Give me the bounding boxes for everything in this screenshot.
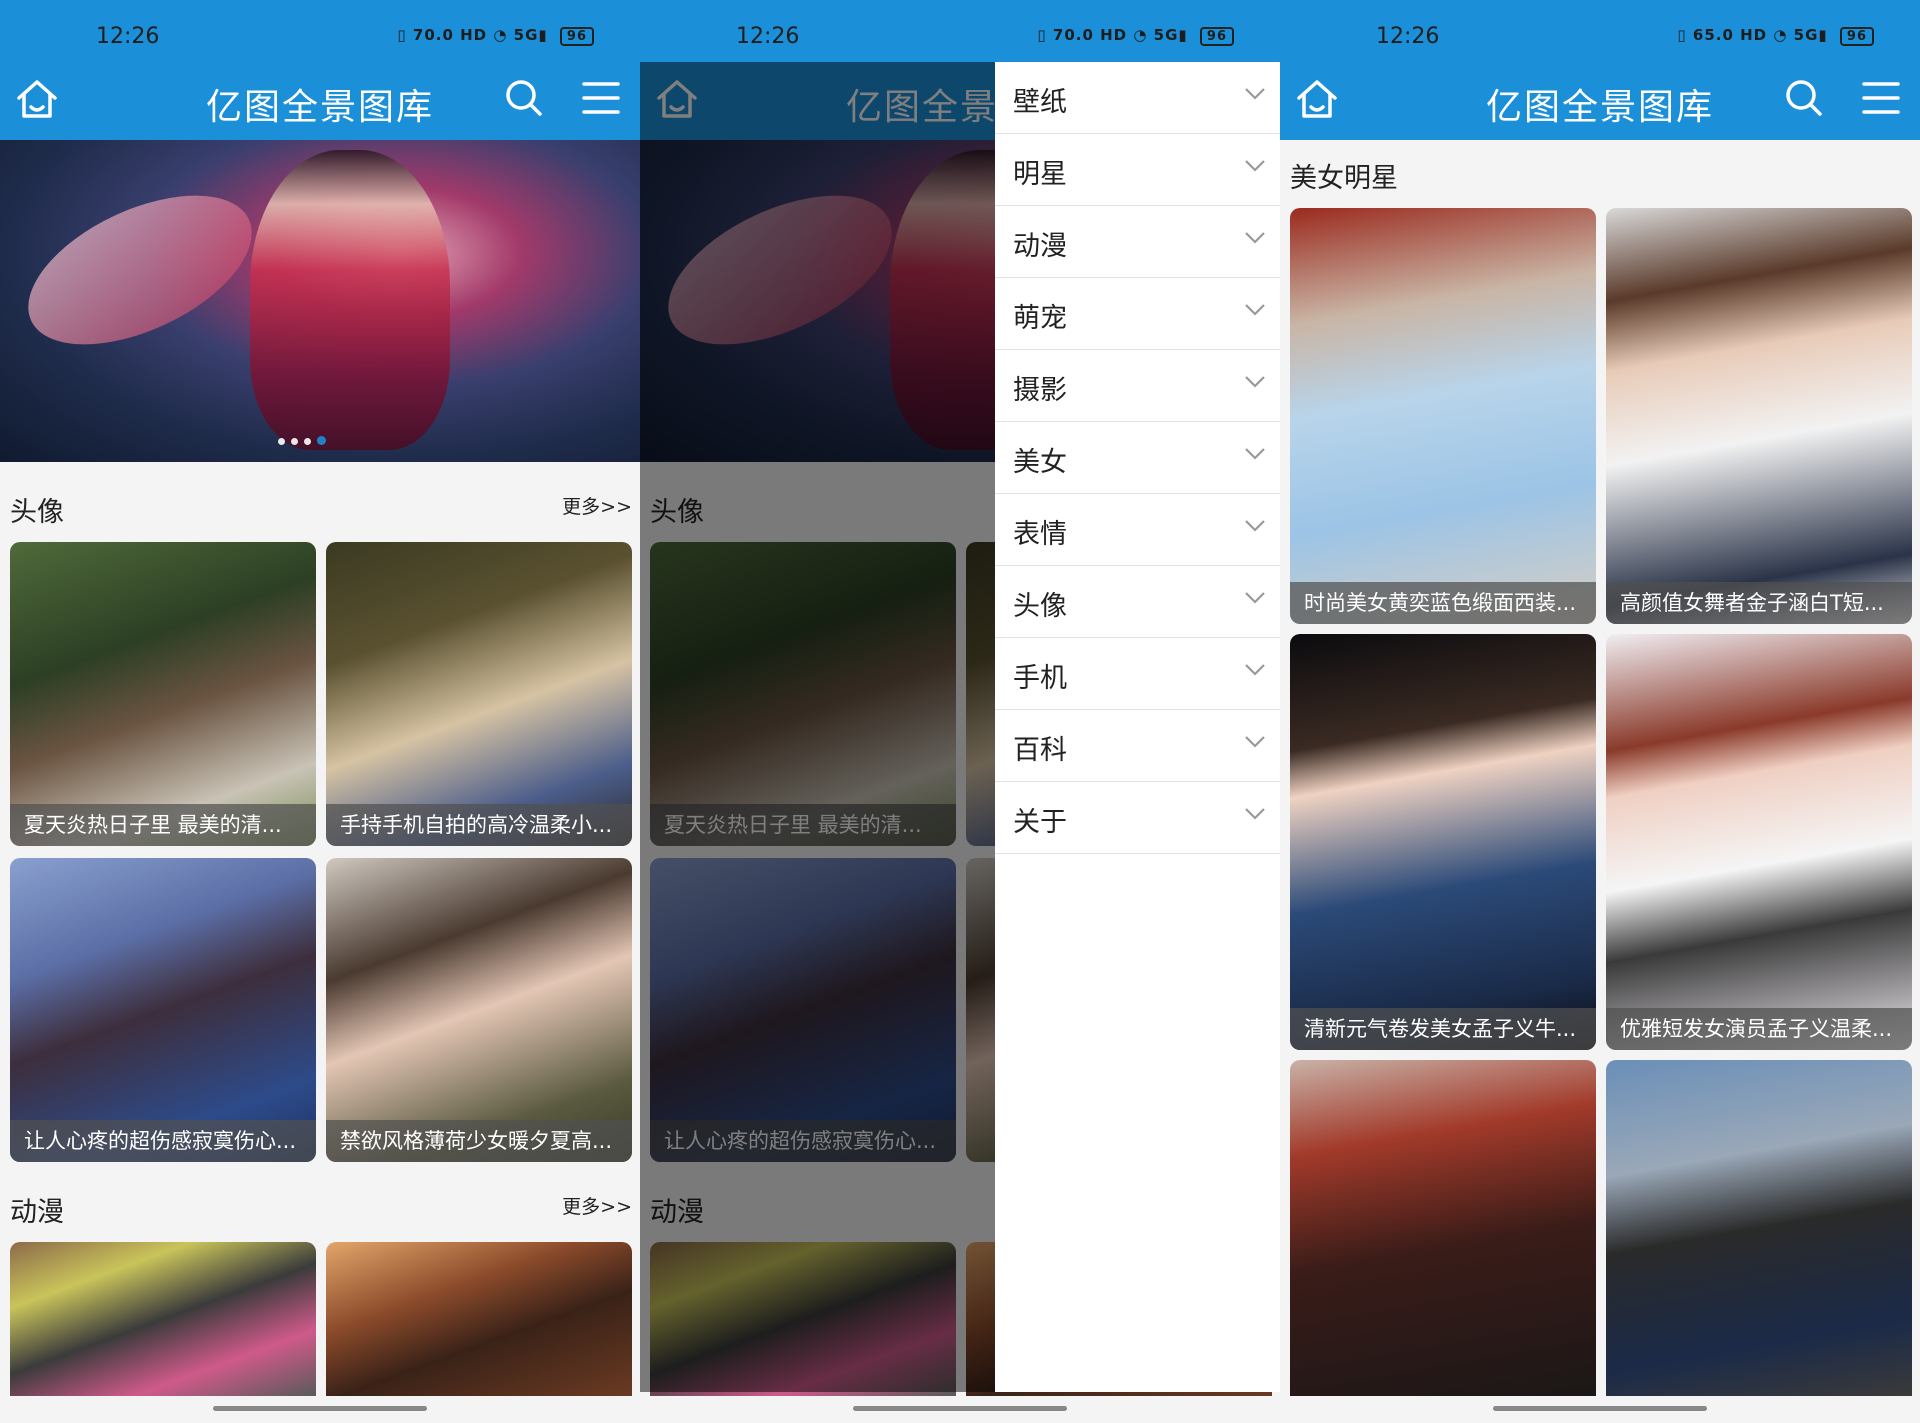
gesture-bar xyxy=(213,1406,427,1411)
chevron-down-icon xyxy=(1244,446,1266,465)
drawer-item-wallpaper[interactable]: 壁纸 xyxy=(995,62,1280,134)
image-card[interactable]: 时尚美女黄奕蓝色缎面西装... xyxy=(1290,208,1596,624)
card-caption: 时尚美女黄奕蓝色缎面西装... xyxy=(1290,582,1596,624)
app-title: 亿图全景图库 xyxy=(1485,87,1714,128)
card-caption: 优雅短发女演员孟子义温柔... xyxy=(1606,1008,1912,1050)
drawer-item-encyclopedia[interactable]: 百科 xyxy=(995,710,1280,782)
section-title-anime: 动漫 xyxy=(10,1197,64,1228)
status-icons: ▯ 70.0 HD ◔ 5G▮ 96 xyxy=(397,26,594,46)
drawer-item-label: 手机 xyxy=(1013,663,1067,694)
drawer-item-label: 表情 xyxy=(1013,519,1067,550)
net-speed: 70.0 xyxy=(1052,26,1094,44)
status-time: 12:26 xyxy=(1376,24,1440,49)
banner-carousel[interactable] xyxy=(0,140,640,462)
search-icon[interactable] xyxy=(1784,78,1824,118)
top-nav: 亿图全景图库 xyxy=(0,62,640,140)
chevron-down-icon xyxy=(1244,374,1266,393)
status-bar: 12:26 ▯ 70.0 HD ◔ 5G▮ 96 xyxy=(640,0,1280,62)
app-title: 亿图全景图库 xyxy=(205,87,434,128)
card-caption: 手持手机自拍的高冷温柔小... xyxy=(326,804,632,846)
drawer-item-anime[interactable]: 动漫 xyxy=(995,206,1280,278)
drawer-item-label: 摄影 xyxy=(1013,375,1067,406)
image-card[interactable] xyxy=(326,1242,632,1396)
drawer-item-star[interactable]: 明星 xyxy=(995,134,1280,206)
menu-icon[interactable] xyxy=(582,80,620,116)
status-bar: 12:26 ▯ 70.0 HD ◔ 5G▮ 96 xyxy=(0,0,640,62)
carousel-dot-active[interactable] xyxy=(317,436,326,445)
screen-drawer-open: 12:26 ▯ 70.0 HD ◔ 5G▮ 96 亿图全景图库 头像 夏天炎热日… xyxy=(640,0,1280,1423)
chevron-down-icon xyxy=(1244,518,1266,537)
drawer-item-avatar[interactable]: 头像 xyxy=(995,566,1280,638)
image-card[interactable] xyxy=(1290,1060,1596,1396)
chevron-down-icon xyxy=(1244,302,1266,321)
drawer-item-label: 头像 xyxy=(1013,591,1067,622)
image-card[interactable]: 让人心疼的超伤感寂寞伤心... xyxy=(10,858,316,1162)
image-card[interactable] xyxy=(10,1242,316,1396)
screen-home: 12:26 ▯ 70.0 HD ◔ 5G▮ 96 亿图全景图库 头像 更多>> … xyxy=(0,0,640,1423)
chevron-down-icon xyxy=(1244,590,1266,609)
status-time: 12:26 xyxy=(96,24,160,49)
chevron-down-icon xyxy=(1244,158,1266,177)
chevron-down-icon xyxy=(1244,230,1266,249)
section-title-avatar: 头像 xyxy=(10,497,64,528)
search-icon[interactable] xyxy=(504,78,544,118)
status-icons: ▯ 70.0 HD ◔ 5G▮ 96 xyxy=(1037,26,1234,46)
carousel-dot[interactable] xyxy=(291,438,298,445)
carousel-indicator xyxy=(278,430,332,449)
drawer-item-photography[interactable]: 摄影 xyxy=(995,350,1280,422)
drawer-item-beauty[interactable]: 美女 xyxy=(995,422,1280,494)
banner-art xyxy=(250,150,450,450)
image-card[interactable]: 清新元气卷发美女孟子义牛... xyxy=(1290,634,1596,1050)
menu-icon[interactable] xyxy=(1862,80,1900,116)
drawer-item-label: 壁纸 xyxy=(1013,87,1067,118)
top-nav: 亿图全景图库 xyxy=(1280,62,1920,140)
net-speed: 70.0 xyxy=(412,26,454,44)
status-time: 12:26 xyxy=(736,24,800,49)
side-drawer: 壁纸 明星 动漫 萌宠 摄影 美女 表情 头像 手机 百科 关于 xyxy=(995,62,1280,1392)
image-card[interactable]: 禁欲风格薄荷少女暖夕夏高... xyxy=(326,858,632,1162)
carousel-dot[interactable] xyxy=(278,438,285,445)
chevron-down-icon xyxy=(1244,86,1266,105)
drawer-item-label: 动漫 xyxy=(1013,231,1067,262)
card-caption: 让人心疼的超伤感寂寞伤心... xyxy=(10,1120,316,1162)
image-card[interactable] xyxy=(1606,1060,1912,1396)
more-link-anime[interactable]: 更多>> xyxy=(562,1192,632,1219)
card-caption: 禁欲风格薄荷少女暖夕夏高... xyxy=(326,1120,632,1162)
net-speed: 65.0 xyxy=(1692,26,1734,44)
drawer-item-emoji[interactable]: 表情 xyxy=(995,494,1280,566)
more-link-avatar[interactable]: 更多>> xyxy=(562,492,632,519)
chevron-down-icon xyxy=(1244,806,1266,825)
battery-indicator: 96 xyxy=(1839,27,1874,46)
screen-gallery: 12:26 ▯ 65.0 HD ◔ 5G▮ 96 亿图全景图库 美女明星 时尚美… xyxy=(1280,0,1920,1423)
gesture-bar xyxy=(1493,1406,1707,1411)
status-bar: 12:26 ▯ 65.0 HD ◔ 5G▮ 96 xyxy=(1280,0,1920,62)
carousel-dot[interactable] xyxy=(304,438,311,445)
chevron-down-icon xyxy=(1244,662,1266,681)
drawer-item-pets[interactable]: 萌宠 xyxy=(995,278,1280,350)
drawer-item-about[interactable]: 关于 xyxy=(995,782,1280,854)
card-caption: 夏天炎热日子里 最美的清... xyxy=(10,804,316,846)
banner-art xyxy=(5,164,275,376)
gesture-bar xyxy=(853,1406,1067,1411)
image-card[interactable]: 手持手机自拍的高冷温柔小... xyxy=(326,542,632,846)
category-title: 美女明星 xyxy=(1290,163,1398,194)
battery-indicator: 96 xyxy=(559,27,594,46)
battery-indicator: 96 xyxy=(1199,27,1234,46)
drawer-item-label: 萌宠 xyxy=(1013,303,1067,334)
drawer-item-label: 关于 xyxy=(1013,807,1067,838)
image-card[interactable]: 优雅短发女演员孟子义温柔... xyxy=(1606,634,1912,1050)
chevron-down-icon xyxy=(1244,734,1266,753)
card-caption: 高颜值女舞者金子涵白T短... xyxy=(1606,582,1912,624)
card-caption: 清新元气卷发美女孟子义牛... xyxy=(1290,1008,1596,1050)
status-icons: ▯ 65.0 HD ◔ 5G▮ 96 xyxy=(1677,26,1874,46)
drawer-item-label: 明星 xyxy=(1013,159,1067,190)
drawer-item-phone[interactable]: 手机 xyxy=(995,638,1280,710)
drawer-item-label: 美女 xyxy=(1013,447,1067,478)
image-card[interactable]: 夏天炎热日子里 最美的清... xyxy=(10,542,316,846)
image-card[interactable]: 高颜值女舞者金子涵白T短... xyxy=(1606,208,1912,624)
drawer-item-label: 百科 xyxy=(1013,735,1067,766)
